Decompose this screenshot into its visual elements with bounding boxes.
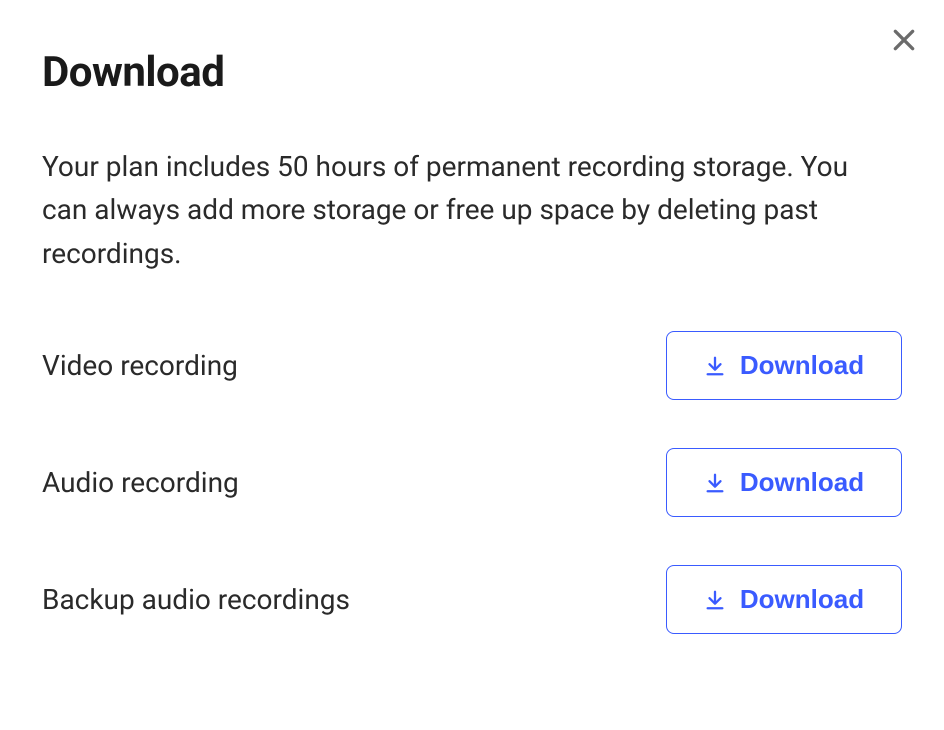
download-button-label: Download <box>740 350 864 381</box>
download-audio-button[interactable]: Download <box>666 448 902 517</box>
download-row-audio: Audio recording Download <box>42 448 902 517</box>
download-video-button[interactable]: Download <box>666 331 902 400</box>
close-icon <box>891 27 917 53</box>
modal-description: Your plan includes 50 hours of permanent… <box>42 145 872 275</box>
download-label: Backup audio recordings <box>42 583 350 616</box>
download-label: Audio recording <box>42 466 239 499</box>
modal-title: Download <box>42 48 902 97</box>
download-row-backup-audio: Backup audio recordings Download <box>42 565 902 634</box>
download-label: Video recording <box>42 349 238 382</box>
download-icon <box>704 355 726 377</box>
download-icon <box>704 589 726 611</box>
download-button-label: Download <box>740 584 864 615</box>
download-modal: Download Your plan includes 50 hours of … <box>0 0 944 730</box>
download-row-video: Video recording Download <box>42 331 902 400</box>
download-button-label: Download <box>740 467 864 498</box>
download-icon <box>704 472 726 494</box>
close-button[interactable] <box>888 24 920 56</box>
download-backup-audio-button[interactable]: Download <box>666 565 902 634</box>
